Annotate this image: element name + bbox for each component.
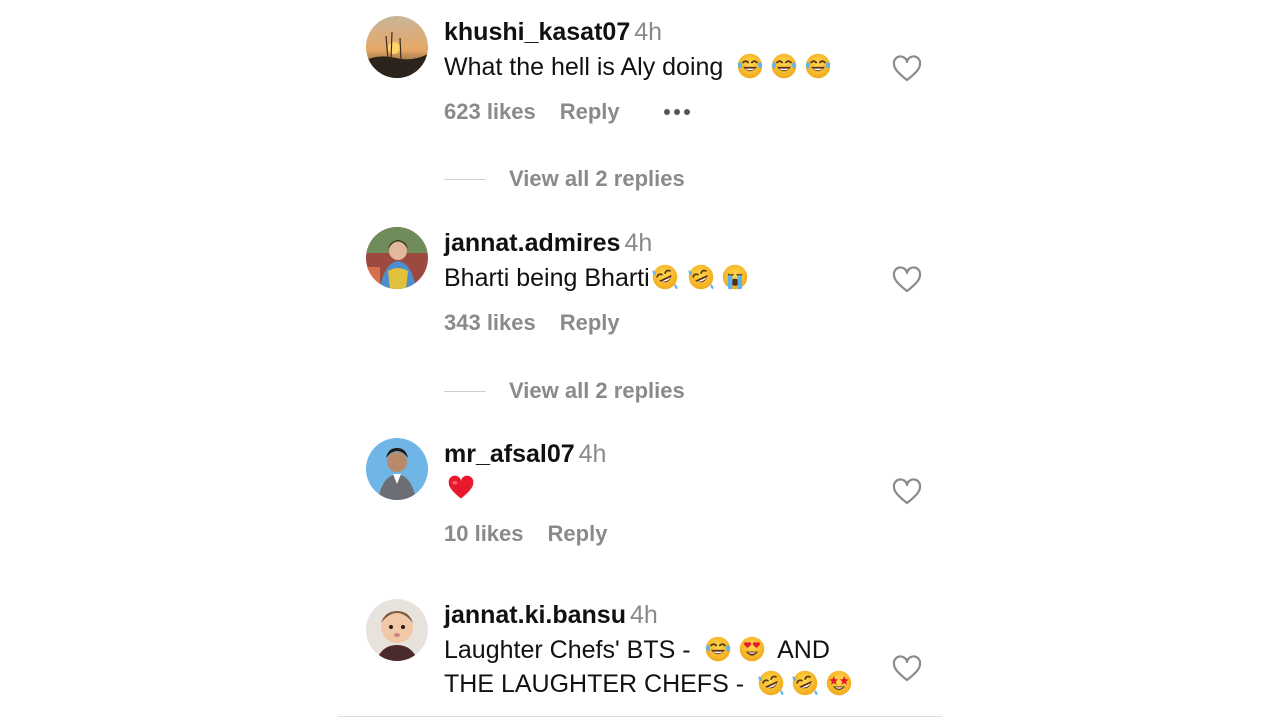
comment-text-line-2: THE LAUGHTER CHEFS - bbox=[444, 670, 745, 698]
comment-text bbox=[444, 472, 884, 506]
comment-timestamp: 4h bbox=[578, 440, 607, 468]
comments-panel: khushi_kasat07 4h What the hell is Aly do… bbox=[0, 0, 1280, 720]
comment-timestamp: 4h bbox=[629, 601, 658, 629]
rofl-emoji bbox=[791, 669, 819, 697]
rofl-emoji bbox=[651, 263, 679, 291]
comment-text: What the hell is Aly doing bbox=[444, 50, 884, 84]
comment-username[interactable]: khushi_kasat07 bbox=[444, 18, 630, 46]
more-options-icon[interactable] bbox=[663, 98, 690, 126]
comment-text: Bharti being Bharti bbox=[444, 261, 884, 295]
comment-timestamp: 4h bbox=[624, 229, 653, 257]
comment-username[interactable]: mr_afsal07 bbox=[444, 440, 575, 468]
avatar[interactable] bbox=[366, 16, 428, 78]
comment-text: THE LAUGHTER CHEFS - bbox=[444, 667, 884, 701]
like-heart-icon[interactable] bbox=[890, 52, 924, 86]
comment-text-line-1: Laughter Chefs' BTS - bbox=[444, 636, 691, 664]
joy-emoji bbox=[736, 52, 764, 80]
comment-text-line-1-tail: AND bbox=[777, 636, 830, 664]
view-replies-button[interactable]: View all 2 replies bbox=[444, 166, 685, 192]
comment-username[interactable]: jannat.ki.bansu bbox=[444, 601, 626, 629]
comment-text-content: Bharti being Bharti bbox=[444, 264, 650, 292]
comment-text-content: What the hell is Aly doing bbox=[444, 53, 724, 81]
view-replies-label: View all 2 replies bbox=[509, 166, 685, 191]
replies-divider bbox=[444, 390, 486, 392]
joy-emoji bbox=[704, 635, 732, 663]
likes-count[interactable]: 623 likes bbox=[444, 98, 536, 126]
reply-button[interactable]: Reply bbox=[560, 309, 620, 337]
joy-emoji bbox=[770, 52, 798, 80]
like-heart-icon[interactable] bbox=[890, 652, 924, 686]
reply-button[interactable]: Reply bbox=[548, 520, 608, 548]
replies-divider bbox=[444, 178, 486, 180]
avatar[interactable] bbox=[366, 227, 428, 289]
view-replies-label: View all 2 replies bbox=[509, 378, 685, 403]
loudly-crying-emoji bbox=[721, 263, 749, 291]
comment-text: Laughter Chefs' BTS - AND bbox=[444, 633, 884, 667]
bottom-divider bbox=[338, 716, 942, 717]
like-heart-icon[interactable] bbox=[890, 475, 924, 509]
view-replies-button[interactable]: View all 2 replies bbox=[444, 378, 685, 404]
rofl-emoji bbox=[757, 669, 785, 697]
rofl-emoji bbox=[687, 263, 715, 291]
reply-button[interactable]: Reply bbox=[560, 98, 620, 126]
avatar[interactable] bbox=[366, 599, 428, 661]
avatar[interactable] bbox=[366, 438, 428, 500]
likes-count[interactable]: 10 likes bbox=[444, 520, 524, 548]
comment-timestamp: 4h bbox=[634, 18, 663, 46]
likes-count[interactable]: 343 likes bbox=[444, 309, 536, 337]
like-heart-icon[interactable] bbox=[890, 263, 924, 297]
star-struck-emoji bbox=[825, 669, 853, 697]
joy-emoji bbox=[804, 52, 832, 80]
comment-username[interactable]: jannat.admires bbox=[444, 229, 620, 257]
red-heart-emoji bbox=[447, 474, 475, 502]
heart-eyes-emoji bbox=[738, 635, 766, 663]
